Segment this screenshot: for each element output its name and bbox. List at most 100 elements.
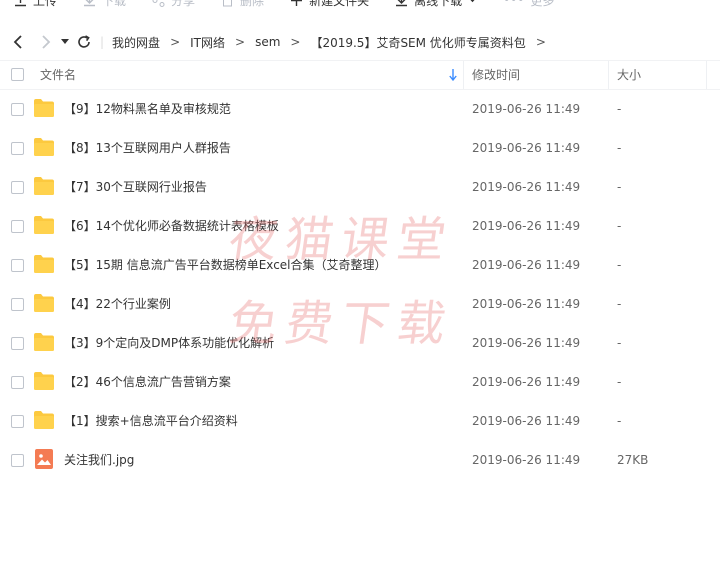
file-name[interactable]: 【7】30个互联网行业报告 [64,168,207,207]
file-modified-time: 2019-06-26 11:49 [472,102,581,116]
file-row[interactable]: 【4】22个行业案例 2019-06-26 11:49 - [0,285,720,324]
file-name[interactable]: 【6】14个优化师必备数据统计表格模板 [64,207,279,246]
chevron-right-icon [42,35,51,49]
column-header-modified-time[interactable]: 修改时间 [472,61,520,89]
more-label: 更多 [530,0,555,8]
breadcrumb-item-sem[interactable]: sem [255,35,280,49]
breadcrumb-item-it-network[interactable]: IT网络 [190,34,225,51]
file-row[interactable]: 【9】12物料黑名单及审核规范 2019-06-26 11:49 - [0,90,720,129]
folder-icon [34,372,54,390]
more-dots-icon: ••• [503,0,525,7]
column-header-size[interactable]: 大小 [617,61,641,89]
file-size: - [617,297,622,311]
new-folder-button[interactable]: 新建文件夹 [276,0,381,10]
row-checkbox[interactable] [11,142,24,155]
upload-button[interactable]: 上传 [0,0,69,10]
share-label: 分享 [171,0,196,8]
folder-icon [34,255,54,273]
file-row[interactable]: 【2】46个信息流广告营销方案 2019-06-26 11:49 - [0,363,720,402]
refresh-icon [78,35,90,48]
refresh-button[interactable] [74,32,94,52]
file-name[interactable]: 【9】12物料黑名单及审核规范 [64,90,231,129]
offline-download-button[interactable]: 离线下载 [381,0,489,10]
file-row[interactable]: 【1】搜索+信息流平台介绍资料 2019-06-26 11:49 - [0,402,720,441]
file-name[interactable]: 【2】46个信息流广告营销方案 [64,363,231,402]
row-checkbox[interactable] [11,298,24,311]
offline-download-icon [396,0,408,6]
select-all-checkbox[interactable] [11,68,24,81]
column-divider[interactable] [463,61,464,89]
download-button[interactable]: 下载 [69,0,138,10]
row-checkbox[interactable] [11,376,24,389]
file-modified-time: 2019-06-26 11:49 [472,453,581,467]
file-row[interactable]: 【5】15期 信息流广告平台数据榜单Excel合集（艾奇整理） 2019-06-… [0,246,720,285]
row-checkbox[interactable] [11,415,24,428]
file-name[interactable]: 【1】搜索+信息流平台介绍资料 [64,402,238,441]
file-size: - [617,180,622,194]
breadcrumb-item-my-disk[interactable]: 我的网盘 [112,34,160,51]
breadcrumb-separator: > [170,35,181,49]
folder-icon [34,138,54,156]
file-modified-time: 2019-06-26 11:49 [472,297,581,311]
file-size: - [617,102,622,116]
file-size: - [617,414,622,428]
file-row[interactable]: 【7】30个互联网行业报告 2019-06-26 11:49 - [0,168,720,207]
row-checkbox[interactable] [11,181,24,194]
upload-label: 上传 [33,0,58,8]
file-size: - [617,141,622,155]
file-row[interactable]: 关注我们.jpg 2019-06-26 11:49 27KB [0,441,720,480]
file-row[interactable]: 【8】13个互联网用户人群报告 2019-06-26 11:49 - [0,129,720,168]
chevron-down-icon [471,0,475,2]
download-icon [84,0,96,6]
offline-download-label: 离线下载 [414,0,463,8]
file-modified-time: 2019-06-26 11:49 [472,141,581,155]
share-button[interactable]: 分享 [138,0,207,10]
new-folder-label: 新建文件夹 [309,0,370,8]
column-divider[interactable] [608,61,609,89]
history-dropdown-button[interactable] [58,32,72,52]
file-modified-time: 2019-06-26 11:49 [472,414,581,428]
row-checkbox[interactable] [11,103,24,116]
file-modified-time: 2019-06-26 11:49 [472,375,581,389]
plus-icon [291,0,303,6]
breadcrumb-separator: > [235,35,246,49]
file-row[interactable]: 【3】9个定向及DMP体系功能优化解析 2019-06-26 11:49 - [0,324,720,363]
column-header-name[interactable]: 文件名 [40,61,76,89]
folder-icon [34,216,54,234]
row-checkbox[interactable] [11,259,24,272]
file-name[interactable]: 【3】9个定向及DMP体系功能优化解析 [64,324,274,363]
row-checkbox[interactable] [11,220,24,233]
file-name[interactable]: 【8】13个互联网用户人群报告 [64,129,231,168]
delete-button[interactable]: 删除 [207,0,276,10]
download-label: 下载 [102,0,127,8]
back-button[interactable] [8,32,28,52]
navigation-bar: | 我的网盘 > IT网络 > sem > 【2019.5】艾奇SEM 优化师专… [0,28,720,56]
file-size: 27KB [617,453,649,467]
folder-icon [34,411,54,429]
file-size: - [617,258,622,272]
file-name[interactable]: 【5】15期 信息流广告平台数据榜单Excel合集（艾奇整理） [64,246,387,285]
file-size: - [617,219,622,233]
upload-icon [15,0,26,6]
file-name[interactable]: 【4】22个行业案例 [64,285,171,324]
chevron-left-icon [13,35,22,49]
breadcrumb-item-current-folder[interactable]: 【2019.5】艾奇SEM 优化师专属资料包 [310,34,525,51]
caret-down-icon [61,39,69,44]
forward-button[interactable] [36,32,56,52]
nav-divider: | [100,35,105,49]
file-modified-time: 2019-06-26 11:49 [472,258,581,272]
column-divider[interactable] [706,61,707,89]
more-button[interactable]: ••• 更多 [489,0,566,10]
delete-label: 删除 [240,0,265,8]
folder-icon [34,294,54,312]
breadcrumb-separator: > [535,35,546,49]
file-modified-time: 2019-06-26 11:49 [472,180,581,194]
sort-arrow-down-icon[interactable] [449,69,457,81]
file-modified-time: 2019-06-26 11:49 [472,219,581,233]
file-row[interactable]: 【6】14个优化师必备数据统计表格模板 2019-06-26 11:49 - [0,207,720,246]
file-size: - [617,375,622,389]
row-checkbox[interactable] [11,454,24,467]
file-name[interactable]: 关注我们.jpg [64,441,134,480]
image-file-icon [35,449,53,469]
row-checkbox[interactable] [11,337,24,350]
